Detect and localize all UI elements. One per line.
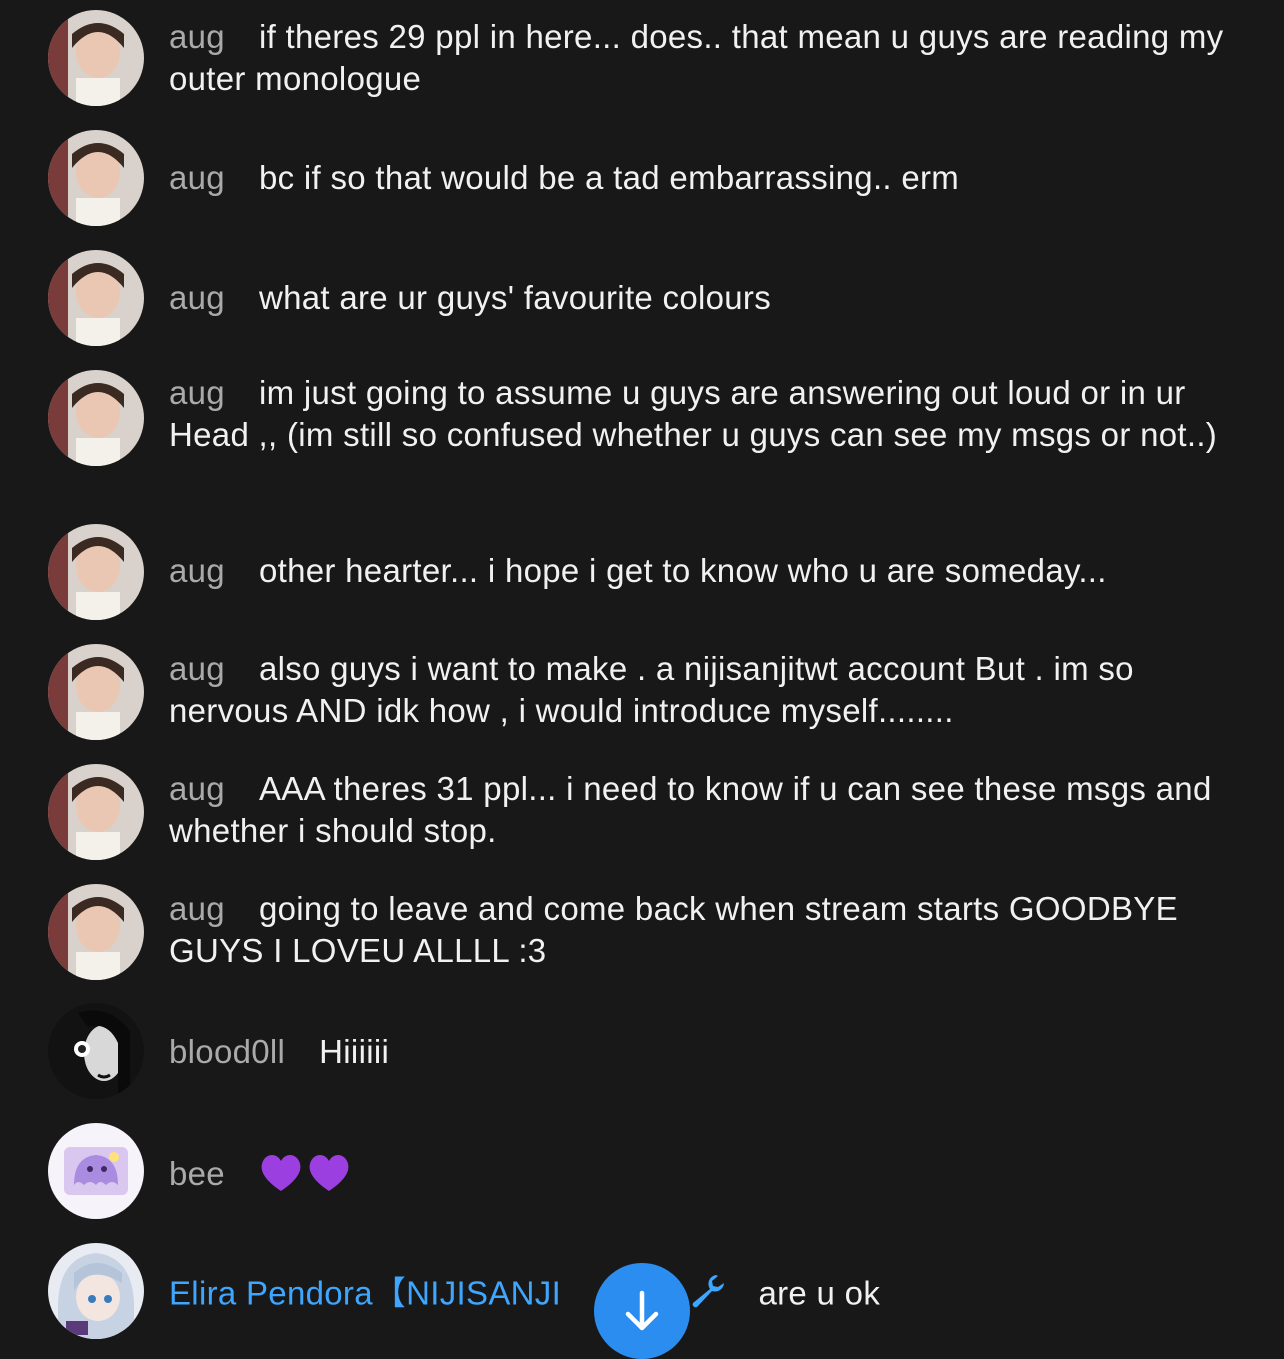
avatar-elira-pendora[interactable] <box>48 1243 144 1339</box>
author-name[interactable]: bee <box>169 1155 225 1192</box>
avatar-aug[interactable] <box>48 250 144 346</box>
avatar-aug[interactable] <box>48 524 144 620</box>
avatar-aug[interactable] <box>48 370 144 466</box>
author-name[interactable]: aug <box>169 279 225 316</box>
avatar-aug[interactable] <box>48 644 144 740</box>
author-name[interactable]: aug <box>169 374 225 411</box>
purple-heart-icon <box>259 1151 303 1203</box>
author-name[interactable]: blood0ll <box>169 1033 285 1070</box>
purple-heart-icon <box>307 1151 351 1203</box>
message-text: other hearter... i hope i get to know wh… <box>258 552 1107 589</box>
message-text: bc if so that would be a tad embarrassin… <box>258 159 960 196</box>
arrow-down-icon <box>625 1290 659 1331</box>
author-name[interactable]: Elira Pendora【NIJISANJI <box>169 1275 561 1312</box>
author-name[interactable]: aug <box>169 18 225 55</box>
message-text: AAA theres 31 ppl... i need to know if u… <box>169 770 1212 849</box>
author-name[interactable]: aug <box>169 159 225 196</box>
author-name[interactable]: aug <box>169 552 225 589</box>
avatar-aug[interactable] <box>48 10 144 106</box>
avatar-aug[interactable] <box>48 884 144 980</box>
message-text: im just going to assume u guys are answe… <box>169 374 1218 453</box>
message-text: going to leave and come back when stream… <box>169 890 1178 969</box>
author-name[interactable]: aug <box>169 650 225 687</box>
avatar-bee[interactable] <box>48 1123 144 1219</box>
message-text: if theres 29 ppl in here... does.. that … <box>169 18 1224 97</box>
scroll-to-bottom-button[interactable] <box>594 1263 690 1359</box>
avatar-aug[interactable] <box>48 130 144 226</box>
message-text: are u ok <box>758 1274 881 1312</box>
author-name[interactable]: aug <box>169 770 225 807</box>
message-text: what are ur guys' favourite colours <box>258 279 772 316</box>
author-name[interactable]: aug <box>169 890 225 927</box>
avatar-aug[interactable] <box>48 764 144 860</box>
avatar-blood0ll[interactable] <box>48 1003 144 1099</box>
message-text: Hiiiiii <box>319 1033 390 1070</box>
message-text: also guys i want to make . a nijisanjitw… <box>169 650 1134 729</box>
live-chat-list[interactable]: aug if theres 29 ppl in here... does.. th… <box>0 0 1284 1351</box>
wrench-icon <box>688 1271 728 1321</box>
